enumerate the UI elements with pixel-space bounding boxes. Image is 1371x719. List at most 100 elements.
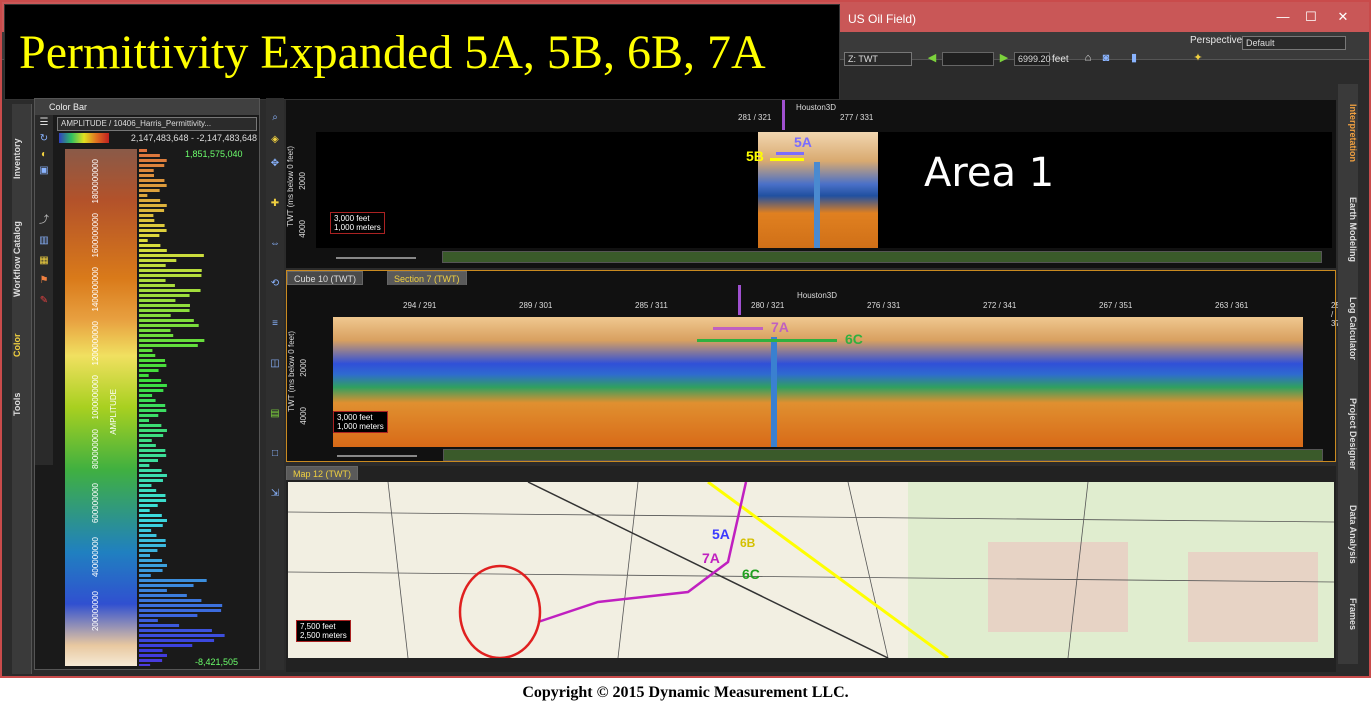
scale-meters: 2,500 meters bbox=[300, 631, 347, 640]
histogram-bar bbox=[139, 419, 150, 422]
perspective-select[interactable]: Default bbox=[1242, 36, 1346, 50]
marker-label-5b: 5B bbox=[746, 148, 764, 164]
histogram-bar bbox=[139, 529, 152, 532]
histogram-bar bbox=[139, 374, 149, 377]
histogram-bar bbox=[139, 154, 160, 157]
curve-icon[interactable]: ⤴ bbox=[38, 215, 50, 227]
z-domain-select[interactable]: Z: TWT bbox=[844, 52, 912, 66]
histogram-icon[interactable]: ▥ bbox=[38, 235, 50, 247]
zoom-icon[interactable]: ⌕ bbox=[269, 112, 281, 124]
tab-log-calculator[interactable]: Log Calculator bbox=[1338, 284, 1358, 374]
tab-data-analysis[interactable]: Data Analysis bbox=[1338, 494, 1358, 574]
x-tick: 267 / 351 bbox=[1099, 301, 1133, 310]
slice-input[interactable] bbox=[942, 52, 994, 66]
histogram-bar bbox=[139, 199, 161, 202]
close-button[interactable]: ✕ bbox=[1330, 8, 1356, 26]
step-forward-icon[interactable]: ▶ bbox=[998, 52, 1010, 64]
histogram-bar bbox=[139, 319, 194, 322]
tab-earth-modeling[interactable]: Earth Modeling bbox=[1338, 184, 1358, 274]
zoom-slider[interactable] bbox=[337, 455, 417, 457]
wellbore-anomaly bbox=[771, 337, 777, 447]
histogram-bar bbox=[139, 609, 222, 612]
tab-tools[interactable]: Tools bbox=[12, 384, 32, 424]
maximize-button[interactable]: ☐ bbox=[1298, 8, 1324, 26]
histogram-bar bbox=[139, 634, 225, 637]
camera-icon[interactable]: ◙ bbox=[1100, 52, 1112, 64]
frame-icon[interactable]: □ bbox=[269, 448, 281, 460]
pick-icon[interactable]: ✚ bbox=[269, 198, 281, 210]
seismic-section[interactable] bbox=[333, 317, 1303, 447]
tab-section-7[interactable]: Section 7 (TWT) bbox=[387, 271, 467, 285]
histogram-bar bbox=[139, 194, 148, 197]
map-canvas[interactable]: 5A 6B 7A 6C 7,500 feet 2,500 meters bbox=[288, 482, 1334, 658]
histogram-bar bbox=[139, 499, 167, 502]
marker-line-7a bbox=[713, 327, 763, 330]
tab-workflow-catalog[interactable]: Workflow Catalog bbox=[12, 204, 32, 314]
histogram-bar bbox=[139, 604, 223, 607]
palette-icon[interactable]: ◐ bbox=[38, 149, 50, 161]
histogram-bar bbox=[139, 549, 158, 552]
survey-label: Houston3D bbox=[797, 291, 838, 300]
marker-line-5b bbox=[770, 158, 804, 161]
histogram-bar bbox=[139, 454, 167, 457]
export-icon[interactable]: ⇲ bbox=[269, 488, 281, 500]
color-bar-axis: 1800000000 1600000000 1400000000 1200000000… bbox=[91, 159, 109, 649]
window-title: US Oil Field) bbox=[848, 12, 917, 26]
histogram-bar bbox=[139, 574, 151, 577]
grid-icon[interactable]: ▦ bbox=[38, 255, 50, 267]
key-icon[interactable]: ✦ bbox=[1192, 52, 1204, 64]
step-back-icon[interactable]: ◀ bbox=[926, 52, 938, 64]
histogram-bar bbox=[139, 354, 156, 357]
measure-icon[interactable]: ⇔ bbox=[269, 238, 281, 250]
x-tick: 285 / 311 bbox=[635, 301, 668, 310]
tab-map-12[interactable]: Map 12 (TWT) bbox=[286, 466, 359, 480]
tab-frames[interactable]: Frames bbox=[1338, 584, 1358, 644]
zoom-slider[interactable] bbox=[336, 257, 416, 259]
histogram-bar bbox=[139, 629, 212, 632]
histogram-bar bbox=[139, 589, 167, 592]
attribute-select[interactable]: AMPLITUDE / 10406_Harris_Permittivity... bbox=[57, 117, 257, 131]
list-icon[interactable]: ☰ bbox=[38, 117, 50, 129]
tab-project-designer[interactable]: Project Designer bbox=[1338, 384, 1358, 484]
horizontal-scrollbar[interactable] bbox=[442, 251, 1322, 263]
histogram-bar bbox=[139, 399, 156, 402]
cube-icon[interactable]: ◫ bbox=[269, 358, 281, 370]
save-icon[interactable]: ▣ bbox=[38, 165, 50, 177]
pan-icon[interactable]: ✥ bbox=[269, 158, 281, 170]
home-icon[interactable]: ⌂ bbox=[1082, 52, 1094, 64]
pin-icon[interactable]: ✎ bbox=[38, 295, 50, 307]
tab-cube-10[interactable]: Cube 10 (TWT) bbox=[287, 271, 364, 285]
copyright-notice: Copyright © 2015 Dynamic Measurement LLC… bbox=[522, 684, 849, 701]
tab-interpretation[interactable]: Interpretation bbox=[1338, 88, 1358, 178]
layers-icon[interactable]: ≡ bbox=[269, 318, 281, 330]
histogram-bar bbox=[139, 329, 171, 332]
histogram-bar bbox=[139, 654, 167, 657]
flag-icon[interactable]: ⚑ bbox=[38, 275, 50, 287]
histogram-bar bbox=[139, 424, 162, 427]
minimize-button[interactable]: — bbox=[1270, 8, 1296, 26]
histogram-bar bbox=[139, 204, 167, 207]
bookmark-icon[interactable]: ▮ bbox=[1128, 52, 1140, 64]
histogram-bar bbox=[139, 534, 157, 537]
tab-inventory[interactable]: Inventory bbox=[12, 124, 32, 194]
rotate-icon[interactable]: ⟲ bbox=[269, 278, 281, 290]
map-icon[interactable]: ▤ bbox=[269, 408, 281, 420]
refresh-icon[interactable]: ↻ bbox=[38, 133, 50, 145]
select-icon[interactable]: ◈ bbox=[269, 134, 281, 146]
histogram-bar bbox=[139, 279, 166, 282]
histogram-bar bbox=[139, 259, 177, 262]
histogram-bar bbox=[139, 179, 165, 182]
map-label-5a: 5A bbox=[712, 526, 730, 542]
histogram-bar bbox=[139, 489, 157, 492]
color-bar-toolbar: ☰ ↻ ◐ ▣ ⤴ ▥ ▦ ⚑ ✎ bbox=[35, 115, 53, 465]
marker-label-5a: 5A bbox=[794, 134, 812, 150]
tab-color[interactable]: Color bbox=[12, 320, 32, 370]
histogram-bar bbox=[139, 254, 204, 257]
histogram-bar bbox=[139, 449, 166, 452]
horizontal-scrollbar[interactable] bbox=[443, 449, 1323, 461]
histogram-bar bbox=[139, 299, 176, 302]
histogram-bar bbox=[139, 349, 153, 352]
color-bar-tick: 1800000000 bbox=[91, 159, 100, 204]
scale-meters: 1,000 meters bbox=[337, 422, 384, 431]
depth-input[interactable]: 6999.20 bbox=[1014, 52, 1051, 66]
